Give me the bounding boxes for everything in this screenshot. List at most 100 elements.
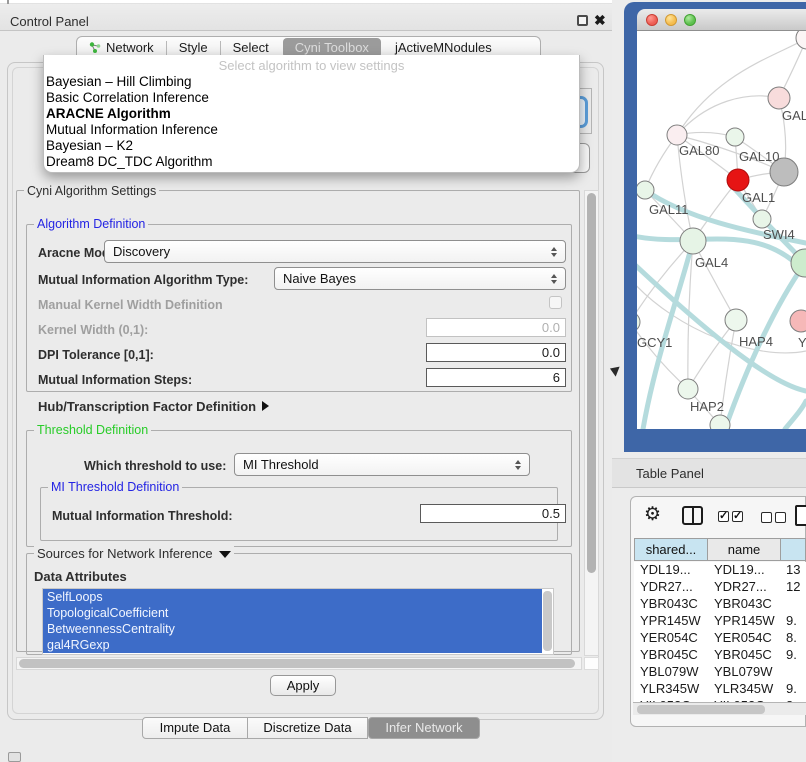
algorithm-item[interactable]: ARACNE Algorithm	[44, 106, 579, 122]
close-traffic-light-icon[interactable]	[646, 14, 658, 26]
node-label: HAP4	[739, 334, 773, 349]
table-row[interactable]: YLR345W YLR345W 9.	[634, 681, 806, 698]
algorithm-item[interactable]: Mutual Information Inference	[44, 122, 579, 138]
table-row[interactable]: YBL079W YBL079W	[634, 664, 806, 681]
stepper-icon	[551, 247, 558, 257]
cell-name: YDL19...	[708, 562, 781, 579]
algorithm-item[interactable]: Dream8 DC_TDC Algorithm	[44, 154, 579, 170]
cell-name: YBR043C	[708, 596, 781, 613]
network-node[interactable]	[667, 125, 687, 145]
cell-value	[781, 596, 806, 613]
network-node[interactable]	[725, 309, 747, 331]
data-attributes-label: Data Attributes	[34, 569, 127, 584]
table-header: shared... name	[634, 538, 806, 561]
scrollbar-thumb[interactable]	[637, 705, 765, 714]
dpi-tolerance-label: DPI Tolerance [0,1]:	[38, 348, 154, 362]
network-node[interactable]	[768, 87, 790, 109]
aracne-mode-combo[interactable]: Discovery	[104, 240, 566, 263]
document-icon[interactable]	[795, 505, 806, 526]
table-row[interactable]: YBR045C YBR045C 9.	[634, 647, 806, 664]
network-view-canvas[interactable]: GAL GAL80 GAL10 GAL1 GAL11 SWI4 GAL4 GCY…	[637, 31, 806, 429]
minimized-panel-icon[interactable]	[8, 752, 21, 762]
cell-shared-name: YLR345W	[634, 681, 708, 698]
control-panel-titlebar: Control Panel ✖	[0, 4, 612, 31]
float-window-icon[interactable]	[577, 15, 588, 26]
tab-infer-network[interactable]: Infer Network	[368, 717, 480, 739]
tab-label: Select	[233, 40, 269, 55]
network-node[interactable]	[727, 169, 749, 191]
hub-definition-toggle[interactable]: Hub/Transcription Factor Definition	[38, 399, 269, 414]
data-attributes-list: SelfLoops TopologicalCoefficient Between…	[42, 588, 554, 655]
network-node[interactable]	[726, 128, 744, 146]
attribute-item[interactable]: gal4RGexp	[43, 637, 542, 653]
node-label: GAL4	[695, 255, 728, 270]
column-header-name[interactable]: name	[708, 538, 781, 561]
settings-horizontal-scrollbar[interactable]	[16, 657, 582, 670]
manual-kernel-checkbox[interactable]	[549, 296, 562, 309]
scrollbar-thumb[interactable]	[587, 193, 596, 573]
which-threshold-combo[interactable]: MI Threshold	[234, 453, 530, 476]
table-row[interactable]: YER054C YER054C 8.	[634, 630, 806, 647]
network-node[interactable]	[678, 379, 698, 399]
column-header-shared[interactable]: shared...	[634, 538, 708, 561]
kernel-width-field[interactable]: 0.0	[426, 318, 566, 337]
table-row[interactable]: YPR145W YPR145W 9.	[634, 613, 806, 630]
cell-shared-name: YDL19...	[634, 562, 708, 579]
table-row[interactable]: YBR043C YBR043C	[634, 596, 806, 613]
minimize-traffic-light-icon[interactable]	[665, 14, 677, 26]
tab-impute-data[interactable]: Impute Data	[142, 717, 248, 739]
dpi-tolerance-field[interactable]: 0.0	[426, 343, 566, 362]
table-row[interactable]: YDR27... YDR27... 12	[634, 579, 806, 596]
sources-title: Sources for Network Inference	[37, 546, 213, 561]
sources-toggle[interactable]: Sources for Network Inference	[34, 546, 234, 561]
scrollbar-thumb[interactable]	[19, 659, 575, 668]
table-row[interactable]: YDL19... YDL19... 13	[634, 562, 806, 579]
settings-vertical-scrollbar[interactable]	[584, 190, 599, 656]
table-panel-title: Table Panel	[636, 466, 704, 481]
tab-discretize-data[interactable]: Discretize Data	[247, 717, 368, 739]
apply-button[interactable]: Apply	[270, 675, 336, 696]
attribute-item[interactable]: BetweennessCentrality	[43, 621, 542, 637]
column-header-partial[interactable]	[781, 538, 806, 561]
mi-type-combo[interactable]: Naive Bayes	[274, 267, 566, 290]
algorithm-item[interactable]: Bayesian – Hill Climbing	[44, 74, 579, 90]
zoom-traffic-light-icon[interactable]	[684, 14, 696, 26]
cell-value: 13	[781, 562, 806, 579]
combo-value: Discovery	[113, 244, 170, 259]
node-label: Y	[798, 335, 806, 350]
algorithm-item[interactable]: Basic Correlation Inference	[44, 90, 579, 106]
list-scrollbar-thumb[interactable]	[543, 591, 552, 651]
cell-shared-name: YER054C	[634, 630, 708, 647]
close-icon[interactable]: ✖	[594, 12, 606, 29]
attribute-item[interactable]: SelfLoops	[43, 589, 542, 605]
cell-value: 8.	[781, 630, 806, 647]
group-title: Algorithm Definition	[34, 217, 148, 231]
attribute-item[interactable]: TopologicalCoefficient	[43, 605, 542, 621]
tab-label: Network	[106, 40, 154, 55]
split-columns-icon[interactable]	[682, 506, 703, 525]
table-body: YDL19... YDL19... 13 YDR27... YDR27... 1…	[634, 562, 806, 702]
network-node[interactable]	[753, 210, 771, 228]
cell-name: YER054C	[708, 630, 781, 647]
deselect-all-rows-icon[interactable]	[761, 512, 786, 523]
network-node[interactable]	[637, 181, 654, 199]
group-title: Threshold Definition	[34, 423, 151, 437]
unchecked-box-icon	[761, 512, 772, 523]
checked-box-icon	[732, 511, 743, 522]
gear-icon[interactable]: ⚙	[644, 503, 661, 526]
network-node[interactable]	[680, 228, 706, 254]
stepper-icon	[515, 460, 522, 470]
network-node[interactable]	[790, 310, 806, 332]
network-node[interactable]	[637, 312, 640, 332]
select-all-rows-icon[interactable]	[718, 511, 743, 522]
dropdown-placeholder: Select algorithm to view settings	[44, 58, 579, 73]
network-window-titlebar[interactable]	[637, 9, 806, 31]
network-thick-edges	[637, 186, 806, 429]
mi-steps-field[interactable]: 6	[426, 368, 566, 387]
mi-threshold-field[interactable]: 0.5	[420, 504, 566, 523]
cell-value: 9.	[781, 681, 806, 698]
table-horizontal-scrollbar[interactable]	[633, 702, 806, 715]
algorithm-item[interactable]: Bayesian – K2	[44, 138, 579, 154]
network-node[interactable]	[796, 31, 806, 49]
tab-label: Style	[179, 40, 208, 55]
